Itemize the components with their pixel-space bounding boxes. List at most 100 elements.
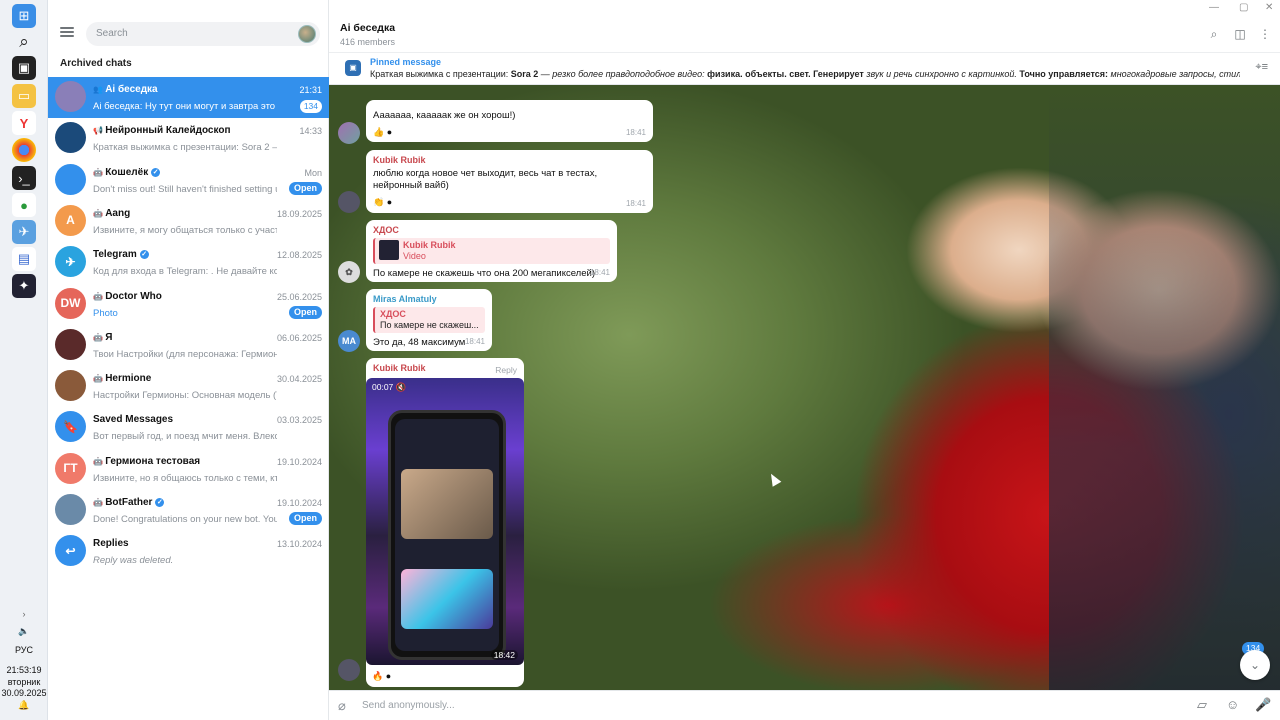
message-bubble[interactable]: Ааааааа, кааааак же он хорош!) 👍 ● 18:41 [366, 100, 653, 142]
yandex-browser-icon[interactable]: Y [12, 111, 36, 135]
mouse-cursor [766, 471, 782, 487]
pinned-text-it3: многокадровые запросы, стили от к... [1110, 69, 1240, 79]
evernote-icon[interactable]: ● [12, 193, 36, 217]
message-text: По камере не скажешь что она 200 мегапик… [373, 268, 595, 279]
chat-item[interactable]: DW 🤖 Doctor Who 25.06.2025 Photo Open [48, 284, 329, 325]
chat-item[interactable]: A 🤖 Aang 18.09.2025 Извините, я могу общать… [48, 201, 329, 242]
minimize-button[interactable]: — [1209, 2, 1219, 13]
sender-name[interactable]: ХДОС [373, 224, 610, 236]
chat-name-text: Я [105, 331, 113, 343]
menu-icon[interactable] [60, 27, 74, 37]
chat-time: 19.10.2024 [276, 498, 322, 508]
open-bot-button[interactable]: Open [289, 305, 322, 319]
chat-time: 12.08.2025 [276, 250, 322, 261]
emoji-icon[interactable]: ☺ [1226, 697, 1239, 712]
more-vertical-icon[interactable]: ⋮ [1257, 27, 1273, 43]
pinned-text-it2: звук и речь синхронно с картинкой. [863, 69, 1020, 79]
chat-avatar: 🔖 [55, 411, 86, 443]
task-view-icon[interactable]: ▣ [12, 56, 36, 80]
open-bot-button[interactable]: Open [289, 512, 322, 525]
sender-name[interactable]: Kubik Rubik [373, 154, 646, 166]
search-icon[interactable]: ⌕ [12, 30, 36, 54]
chrome-icon[interactable] [12, 138, 36, 162]
telegram-taskbar-icon[interactable]: ✈ [12, 220, 36, 244]
pinned-bold2: Точно управляется: [1019, 69, 1109, 79]
user-avatar[interactable] [338, 659, 360, 681]
user-avatar[interactable] [338, 122, 360, 144]
message-bubble[interactable]: Kubik Rubik люблю когда новое чет выходи… [366, 150, 653, 213]
monitor-app-icon[interactable]: ▤ [12, 247, 36, 271]
app-icon[interactable]: ✦ [12, 274, 36, 298]
bot-command-icon[interactable]: ▱ [1197, 697, 1207, 713]
message-bubble[interactable]: ХДОС Kubik Rubik Video По камере не скаж… [366, 220, 617, 282]
terminal-icon[interactable]: ›_ [12, 166, 36, 190]
message-input[interactable]: Send anonymously... [362, 700, 455, 711]
bot-icon: 🤖 [93, 208, 106, 218]
chat-item[interactable]: 🤖 Я 06.06.2025 Твои Настройки (для персона… [48, 325, 329, 366]
message-reactions[interactable]: 🔥 ● [372, 670, 391, 682]
language-indicator[interactable]: РУС [0, 645, 48, 656]
chat-item[interactable]: 🔖 Saved Messages 03.03.2025 Вот первый год,… [48, 407, 329, 448]
chat-item[interactable]: ГТ 🤖 Гермиона тестовая 19.10.2024 Извините,… [48, 449, 329, 490]
chat-avatar [55, 370, 86, 402]
message-text: Ааааааа, кааааак же он хорош!) [373, 110, 516, 121]
close-window-button[interactable]: ✕ [1265, 2, 1273, 13]
windows-start-icon[interactable]: ⊞ [12, 4, 36, 28]
chat-item[interactable]: ↩ Replies 13.10.2024 Reply was deleted. [48, 531, 329, 572]
chat-name-text: Aang [105, 207, 131, 219]
message-bubble[interactable]: Miras Almatuly ХДОС По камере не скажеш.… [366, 289, 492, 351]
chat-item[interactable]: 🤖 BotFather ✓ 19.10.2024 Done! Congratulati… [48, 490, 329, 531]
chat-avatar: A [55, 204, 86, 236]
chat-time: 06.06.2025 [276, 332, 322, 343]
tray-chevron-icon[interactable]: › [0, 609, 48, 620]
user-avatar[interactable]: ✿ [338, 261, 360, 283]
notification-bell-icon[interactable]: 🔔 [0, 700, 48, 711]
user-avatar[interactable] [338, 191, 360, 213]
video-duration: 18:42 [490, 650, 518, 660]
reply-quote[interactable]: ХДОС По камере не скажеш... [373, 307, 485, 333]
search-input[interactable]: Search [86, 22, 320, 46]
chat-name-text: Кошелёк [105, 166, 149, 178]
video-player[interactable]: 00:07 🔇 18:42 [366, 378, 524, 665]
user-avatar[interactable]: MA [338, 330, 360, 352]
chat-name-text: Гермиона тестовая [105, 455, 201, 467]
attach-icon[interactable]: ⌀ [338, 698, 346, 714]
chat-item[interactable]: ✈ Telegram ✓ 12.08.2025 Код для входа в Tele… [48, 242, 329, 283]
chat-name: 🤖 Doctor Who [93, 291, 273, 302]
app-root: ⊞ ⌕ ▣ ▭ Y ›_ ● ✈ ▤ ✦ › 🔈 РУС 21:53:19 вт… [0, 0, 1280, 720]
message-composer: ⌀ Send anonymously... ▱ ☺ 🎤 [329, 690, 1280, 720]
reply-button[interactable]: Reply [495, 364, 517, 376]
sender-name[interactable]: Miras Almatuly [373, 293, 485, 305]
chat-item[interactable]: 📢 Нейронный Калейдоскоп 14:33 Краткая выжи… [48, 118, 329, 159]
search-icon[interactable]: ⌕ [1206, 27, 1222, 43]
mute-icon[interactable]: 🔇 [396, 382, 407, 392]
chat-name-text: Saved Messages [93, 414, 174, 426]
reaction-emoji: 👏 [373, 197, 385, 207]
pin-list-icon[interactable]: ⌖≡ [1255, 61, 1268, 74]
pinned-message-bar[interactable]: ▣ Pinned message Краткая выжимка с презе… [329, 53, 1280, 85]
quote-author: Kubik Rubik [403, 240, 456, 250]
message-reactions[interactable]: 👍 ● [373, 126, 646, 138]
microphone-icon[interactable]: 🎤 [1255, 697, 1271, 713]
open-bot-button[interactable]: Open [289, 181, 322, 195]
chat-time: 25.06.2025 [276, 291, 322, 302]
reply-quote[interactable]: Kubik Rubik Video [373, 238, 610, 264]
chat-item[interactable]: 🤖 Hermione 30.04.2025 Настройки Гермионы: … [48, 366, 329, 407]
bot-icon: 🤖 [93, 332, 106, 342]
chat-name: Replies [93, 538, 273, 549]
story-avatar[interactable] [298, 25, 316, 43]
chat-list-panel: Search Archived chats 👥 Ai беседка 21:31 A… [48, 0, 329, 720]
sidebar-toggle-icon[interactable]: ◫ [1232, 27, 1248, 43]
video-time: 00:07 [372, 382, 394, 392]
file-explorer-icon[interactable]: ▭ [12, 84, 36, 108]
pinned-sora: Sora 2 [510, 69, 539, 79]
chat-item[interactable]: 👥 Ai беседка 21:31 Ai беседка: Ну тут они … [48, 77, 329, 118]
scroll-down-button[interactable]: ⌄ [1240, 650, 1270, 680]
volume-icon[interactable]: 🔈 [0, 626, 48, 637]
maximize-button[interactable]: ▢ [1239, 2, 1248, 13]
chat-item[interactable]: 🤖 Кошелёк ✓ Mon Don't miss out! Still haven… [48, 160, 329, 201]
chat-header[interactable]: Ai беседка 416 members ⌕ ◫ ⋮ [329, 18, 1280, 53]
pinned-thumbnail: ▣ [345, 60, 361, 76]
message-time: 18:41 [625, 128, 646, 137]
message-reactions[interactable]: 👏 ● [373, 196, 646, 208]
